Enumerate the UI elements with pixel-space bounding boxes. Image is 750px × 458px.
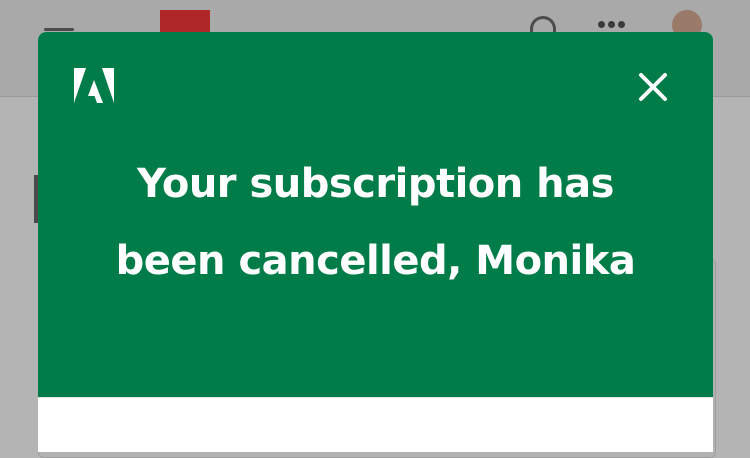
modal-title: Your subscription has been cancelled, Mo… xyxy=(115,161,636,284)
modal-body xyxy=(38,397,713,452)
adobe-logo-icon xyxy=(74,68,114,103)
close-icon[interactable] xyxy=(636,70,670,104)
modal-hero: Your subscription has been cancelled, Mo… xyxy=(38,32,713,397)
cancellation-modal: Your subscription has been cancelled, Mo… xyxy=(38,32,713,452)
